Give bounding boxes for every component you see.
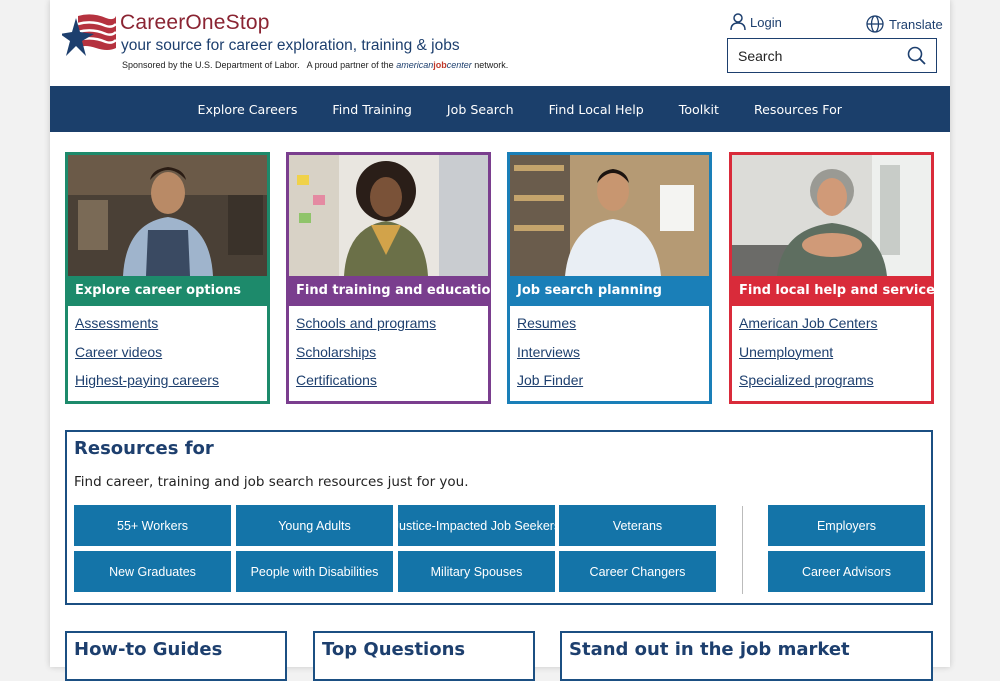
search-box bbox=[727, 38, 937, 73]
search-icon[interactable] bbox=[907, 46, 926, 65]
link-interviews[interactable]: Interviews bbox=[517, 344, 580, 360]
howto-guides-title: How-to Guides bbox=[74, 639, 223, 660]
card-photo-woman bbox=[732, 155, 931, 276]
link-schools-and-programs[interactable]: Schools and programs bbox=[296, 315, 436, 331]
tagline: your source for career exploration, trai… bbox=[121, 37, 460, 54]
login-link[interactable]: Login bbox=[730, 13, 782, 31]
link-unemployment[interactable]: Unemployment bbox=[739, 344, 833, 360]
card-explore-careers: Explore career options Assessments Caree… bbox=[65, 152, 270, 404]
res-55-plus-workers[interactable]: 55+ Workers bbox=[74, 505, 231, 546]
brand-name[interactable]: CareerOneStop bbox=[120, 11, 270, 35]
resources-divider bbox=[742, 506, 743, 594]
nav-explore-careers[interactable]: Explore Careers bbox=[198, 102, 298, 117]
ajc-logo[interactable]: americanjobcenter bbox=[396, 60, 472, 70]
card-title: Job search planning bbox=[510, 276, 709, 306]
res-justice-impacted[interactable]: Justice-Impacted Job Seekers bbox=[393, 505, 560, 546]
res-new-graduates[interactable]: New Graduates bbox=[74, 551, 231, 592]
res-young-adults[interactable]: Young Adults bbox=[236, 505, 393, 546]
nav-find-local-help[interactable]: Find Local Help bbox=[549, 102, 644, 117]
resources-title: Resources for bbox=[74, 438, 214, 459]
top-questions-box: Top Questions bbox=[313, 631, 535, 681]
card-links: Schools and programs Scholarships Certif… bbox=[296, 315, 436, 401]
card-links: American Job Centers Unemployment Specia… bbox=[739, 315, 878, 401]
link-certifications[interactable]: Certifications bbox=[296, 372, 377, 388]
resources-description: Find career, training and job search res… bbox=[74, 474, 469, 490]
translate-label: Translate bbox=[889, 16, 943, 32]
res-employers[interactable]: Employers bbox=[768, 505, 925, 546]
sponsor-text: Sponsored by the U.S. Department of Labo… bbox=[122, 60, 300, 70]
stand-out-box: Stand out in the job market bbox=[560, 631, 933, 681]
star-flag-logo-icon[interactable] bbox=[62, 10, 118, 60]
page: CareerOneStop your source for career exp… bbox=[50, 0, 950, 681]
nav-find-training[interactable]: Find Training bbox=[332, 102, 412, 117]
card-job-search: Job search planning Resumes Interviews J… bbox=[507, 152, 712, 404]
link-highest-paying-careers[interactable]: Highest-paying careers bbox=[75, 372, 219, 388]
site-header: CareerOneStop your source for career exp… bbox=[50, 0, 950, 86]
globe-icon bbox=[866, 15, 884, 33]
card-title: Find training and education bbox=[289, 276, 500, 306]
search-input[interactable] bbox=[728, 40, 898, 71]
res-military-spouses[interactable]: Military Spouses bbox=[398, 551, 555, 592]
res-career-changers[interactable]: Career Changers bbox=[559, 551, 716, 592]
card-title: Find local help and services bbox=[732, 276, 943, 306]
howto-guides-box: How-to Guides bbox=[65, 631, 287, 681]
card-find-training: Find training and education Schools and … bbox=[286, 152, 500, 404]
main-nav: Explore Careers Find Training Job Search… bbox=[50, 86, 950, 132]
link-scholarships[interactable]: Scholarships bbox=[296, 344, 376, 360]
link-career-videos[interactable]: Career videos bbox=[75, 344, 162, 360]
nav-toolkit[interactable]: Toolkit bbox=[679, 102, 719, 117]
link-job-finder[interactable]: Job Finder bbox=[517, 372, 583, 388]
sponsor-line: Sponsored by the U.S. Department of Labo… bbox=[122, 60, 508, 70]
user-icon bbox=[730, 13, 746, 31]
link-american-job-centers[interactable]: American Job Centers bbox=[739, 315, 878, 331]
card-photo-warehouse bbox=[510, 155, 709, 276]
top-questions-title: Top Questions bbox=[322, 639, 466, 660]
partner-text: A proud partner of the bbox=[306, 60, 394, 70]
card-links: Assessments Career videos Highest-paying… bbox=[75, 315, 219, 401]
card-title: Explore career options bbox=[68, 276, 267, 306]
card-photo-barista bbox=[68, 155, 267, 276]
link-resumes[interactable]: Resumes bbox=[517, 315, 576, 331]
partner-network: network. bbox=[474, 60, 509, 70]
card-local-help: Find local help and services American Jo… bbox=[729, 152, 943, 404]
nav-job-search[interactable]: Job Search bbox=[447, 102, 514, 117]
resources-section: Resources for Find career, training and … bbox=[65, 430, 933, 605]
res-people-with-disabilities[interactable]: People with Disabilities bbox=[236, 551, 393, 592]
translate-link[interactable]: Translate bbox=[866, 15, 943, 33]
link-assessments[interactable]: Assessments bbox=[75, 315, 158, 331]
feature-cards: Explore career options Assessments Caree… bbox=[65, 152, 943, 404]
res-career-advisors[interactable]: Career Advisors bbox=[768, 551, 925, 592]
res-veterans[interactable]: Veterans bbox=[559, 505, 716, 546]
link-specialized-programs[interactable]: Specialized programs bbox=[739, 372, 874, 388]
card-links: Resumes Interviews Job Finder bbox=[517, 315, 583, 401]
card-photo-student bbox=[289, 155, 488, 276]
login-label: Login bbox=[750, 14, 782, 30]
stand-out-title: Stand out in the job market bbox=[569, 639, 850, 660]
nav-resources-for[interactable]: Resources For bbox=[754, 102, 842, 117]
